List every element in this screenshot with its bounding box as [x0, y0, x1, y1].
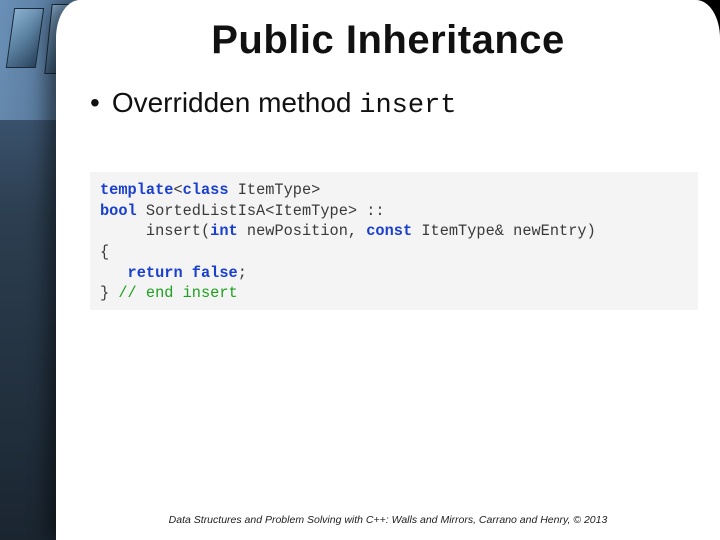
slide-body: Public Inheritance • Overridden method i…	[56, 0, 720, 540]
inline-code: insert	[359, 91, 456, 121]
footer-citation: Data Structures and Problem Solving with…	[68, 514, 708, 526]
bullet-text: Overridden method insert	[112, 87, 457, 121]
code-block: template<class ItemType> bool SortedList…	[90, 172, 698, 310]
bullet-marker: •	[90, 89, 100, 117]
slide-title: Public Inheritance	[68, 18, 708, 63]
bullet-item: • Overridden method insert	[90, 87, 708, 121]
